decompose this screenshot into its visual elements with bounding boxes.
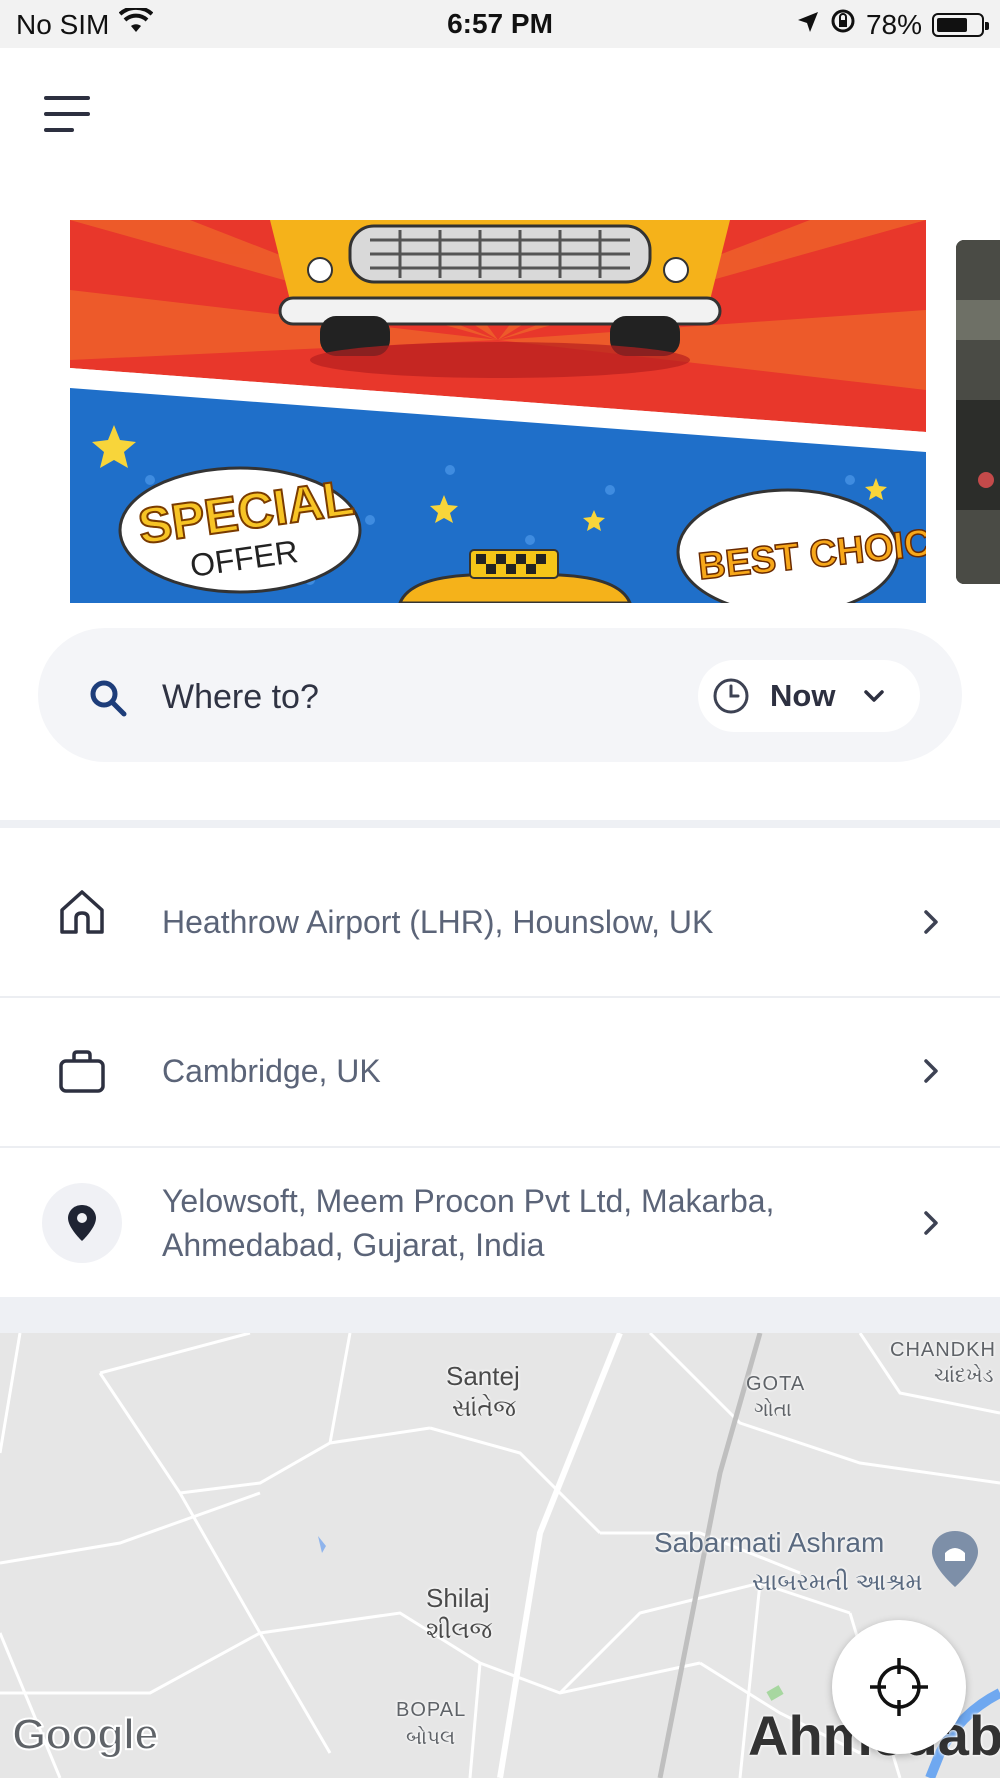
chevron-right-icon — [924, 910, 938, 934]
map-label-bopal-local: બોપલ — [406, 1727, 456, 1749]
briefcase-icon — [42, 1031, 122, 1111]
recenter-location-button[interactable] — [832, 1620, 966, 1754]
google-attribution: Google — [11, 1709, 160, 1760]
crosshair-icon — [870, 1658, 928, 1716]
promo-banner[interactable]: SPECIAL OFFER BEST CHOICE — [70, 220, 926, 603]
battery-icon — [932, 12, 989, 37]
place-label: Cambridge, UK — [162, 1053, 381, 1089]
saved-place-work[interactable]: Cambridge, UK — [0, 996, 1000, 1148]
hamburger-menu-icon[interactable] — [40, 92, 94, 138]
map-label-sabarmati-local: સાબરમતી આશ્રમ — [752, 1569, 923, 1596]
orientation-lock-icon — [830, 8, 856, 41]
chevron-right-icon — [924, 1059, 938, 1083]
place-label: Yelowsoft, Meem Procon Pvt Ltd, Makarba,… — [162, 1183, 775, 1263]
location-arrow-icon — [796, 9, 820, 41]
saved-place-recent[interactable]: Yelowsoft, Meem Procon Pvt Ltd, Makarba,… — [0, 1146, 1000, 1299]
map-label-sabarmati: Sabarmati Ashram — [654, 1527, 885, 1558]
list-separator — [0, 1297, 1000, 1333]
banner-illustration: SPECIAL OFFER BEST CHOICE — [70, 220, 926, 603]
place-label: Heathrow Airport (LHR), Hounslow, UK — [162, 904, 714, 940]
map-pin-icon — [42, 1183, 122, 1263]
map-label-gota-local: ગોતા — [754, 1399, 792, 1421]
battery-percent: 78% — [865, 8, 922, 40]
chevron-right-icon — [924, 1211, 938, 1235]
saved-place-home[interactable]: Heathrow Airport (LHR), Hounslow, UK — [0, 828, 1000, 998]
night-city-photo — [956, 240, 1000, 584]
next-banner-preview[interactable] — [956, 240, 1000, 584]
time-selector[interactable]: Now — [698, 660, 920, 732]
map-label-gota: GOTA — [746, 1373, 806, 1395]
map-label-santej: Santej — [446, 1361, 520, 1391]
map-label-shilaj: Shilaj — [426, 1583, 490, 1613]
section-divider — [0, 820, 1000, 828]
map-label-shilaj-local: શીલજ — [426, 1617, 493, 1644]
search-icon — [88, 678, 128, 718]
map-label-santej-local: સાંતેજ — [452, 1395, 516, 1422]
chevron-down-icon — [864, 690, 885, 702]
map-label-chandkheda: CHANDKH — [890, 1339, 996, 1361]
battery-level — [937, 17, 967, 32]
map-label-chandkheda-local: ચાંદખેડ — [934, 1365, 994, 1387]
home-icon — [42, 872, 122, 952]
temple-poi-icon[interactable] — [928, 1529, 982, 1594]
clock-icon — [713, 678, 749, 714]
status-bar: No SIM 6:57 PM 78% — [0, 0, 1000, 48]
time-selector-label: Now — [770, 678, 836, 713]
map-label-bopal: BOPAL — [396, 1699, 467, 1721]
where-to-input[interactable] — [160, 668, 684, 726]
